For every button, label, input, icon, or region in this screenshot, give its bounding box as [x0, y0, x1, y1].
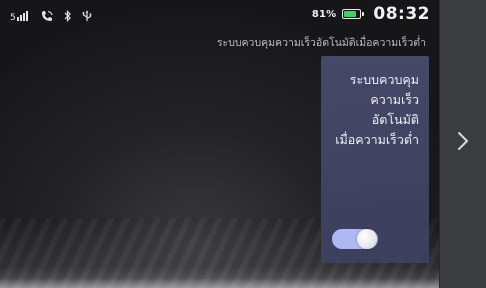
signal-icon: 5 — [10, 10, 30, 22]
right-nav-panel — [439, 0, 486, 288]
battery-percent: 81% — [311, 8, 337, 20]
feature-label-line: ความเร็ว — [370, 92, 419, 107]
bluetooth-icon — [64, 10, 72, 22]
feature-label-line: ระบบควบคุม — [349, 72, 419, 87]
feature-label-line: อัตโนมัติ — [371, 112, 419, 127]
next-page-button[interactable] — [440, 118, 486, 168]
feature-toggle[interactable] — [332, 229, 378, 249]
usb-icon — [82, 10, 92, 22]
phone-connected-icon — [40, 10, 54, 22]
background-floor-glow — [0, 278, 440, 288]
toggle-knob — [357, 229, 377, 249]
chevron-right-icon — [456, 130, 470, 156]
battery-icon — [342, 9, 365, 19]
page-subtitle: ระบบควบคุมความเร็วอัตโนมัติเมื่อความเร็ว… — [216, 37, 426, 49]
feature-label: ระบบควบคุม ความเร็ว อัตโนมัติ เมื่อความเ… — [327, 70, 419, 150]
screen: 5 81% 08:32 ระบบควบคุมความเร็วอัตโนมัติเ… — [0, 0, 486, 288]
feature-label-line: เมื่อความเร็วต่ำ — [335, 132, 419, 147]
clock: 08:32 — [373, 4, 430, 24]
svg-text:5: 5 — [10, 13, 16, 22]
battery-fill — [344, 11, 357, 17]
feature-card-low-speed-cruise[interactable]: ระบบควบคุม ความเร็ว อัตโนมัติ เมื่อความเ… — [321, 56, 429, 263]
status-icons: 5 — [10, 6, 92, 26]
status-right: 81% 08:32 — [312, 4, 430, 24]
